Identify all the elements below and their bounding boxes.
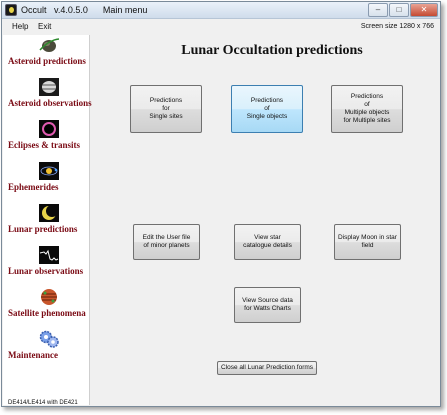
menu-help[interactable]: Help bbox=[12, 22, 28, 31]
sidebar-item-ephemerides[interactable]: Ephemerides bbox=[3, 161, 90, 203]
maximize-button[interactable]: □ bbox=[389, 3, 409, 17]
ephemeris-version: DE414/LE414 with DE421 bbox=[8, 400, 78, 406]
sidebar-item-label: Eclipses & transits bbox=[8, 140, 80, 150]
sidebar-item-label: Asteroid predictions bbox=[8, 56, 86, 66]
close-all-forms-button[interactable]: Close all Lunar Prediction forms bbox=[217, 361, 317, 375]
sidebar: Asteroid predictions Asteroid observatio… bbox=[3, 35, 92, 406]
eclipse-icon bbox=[38, 119, 60, 139]
asteroid-observation-icon bbox=[38, 77, 60, 97]
menu-bar: Help Exit Screen size 1280 x 766 bbox=[2, 19, 440, 34]
sidebar-item-lunar-predictions[interactable]: Lunar predictions bbox=[3, 203, 90, 245]
main-window: Occult v.4.0.5.0 Main menu – □ ✕ Help Ex… bbox=[1, 1, 441, 407]
sidebar-item-label: Lunar predictions bbox=[8, 224, 78, 234]
sidebar-item-asteroid-predictions[interactable]: Asteroid predictions bbox=[3, 35, 90, 77]
predictions-single-objects-button[interactable]: Predictions of Single objects bbox=[231, 85, 303, 133]
gears-icon bbox=[38, 329, 60, 349]
predictions-multiple-objects-button[interactable]: Predictions of Multiple objects for Mult… bbox=[331, 85, 403, 133]
title-bar[interactable]: Occult v.4.0.5.0 Main menu – □ ✕ bbox=[2, 2, 440, 19]
sidebar-item-label: Satellite phenomena bbox=[8, 308, 86, 318]
sidebar-item-maintenance[interactable]: Maintenance bbox=[3, 329, 90, 371]
edit-user-file-button[interactable]: Edit the User file of minor planets bbox=[133, 224, 200, 260]
moon-icon bbox=[38, 203, 60, 223]
sidebar-item-eclipses-transits[interactable]: Eclipses & transits bbox=[3, 119, 90, 161]
view-watts-charts-button[interactable]: View Source data for Watts Charts bbox=[234, 287, 301, 323]
sidebar-item-label: Lunar observations bbox=[8, 266, 84, 276]
lightcurve-icon bbox=[38, 245, 60, 265]
sidebar-item-label: Maintenance bbox=[8, 350, 58, 360]
ephemeris-icon bbox=[38, 161, 60, 181]
jupiter-icon bbox=[38, 287, 60, 307]
screen-size-label: Screen size 1280 x 766 bbox=[360, 23, 434, 30]
sidebar-item-label: Asteroid observations bbox=[8, 98, 92, 108]
window-controls: – □ ✕ bbox=[367, 3, 438, 17]
sidebar-item-asteroid-observations[interactable]: Asteroid observations bbox=[3, 77, 92, 119]
minimize-button[interactable]: – bbox=[368, 3, 388, 17]
menu-exit[interactable]: Exit bbox=[38, 22, 51, 31]
asteroid-icon bbox=[38, 35, 60, 55]
predictions-single-sites-button[interactable]: Predictions for Single sites bbox=[130, 85, 202, 133]
view-star-catalogue-button[interactable]: View star catalogue details bbox=[234, 224, 301, 260]
occult-app-icon[interactable] bbox=[5, 4, 17, 16]
display-moon-button[interactable]: Display Moon in star field bbox=[334, 224, 401, 260]
sidebar-item-lunar-observations[interactable]: Lunar observations bbox=[3, 245, 90, 287]
close-button[interactable]: ✕ bbox=[410, 3, 438, 17]
sidebar-item-label: Ephemerides bbox=[8, 182, 59, 192]
page-title: Lunar Occultation predictions bbox=[181, 43, 363, 58]
window-title: Occult v.4.0.5.0 Main menu bbox=[21, 5, 148, 15]
sidebar-item-satellite-phenomena[interactable]: Satellite phenomena bbox=[3, 287, 90, 329]
